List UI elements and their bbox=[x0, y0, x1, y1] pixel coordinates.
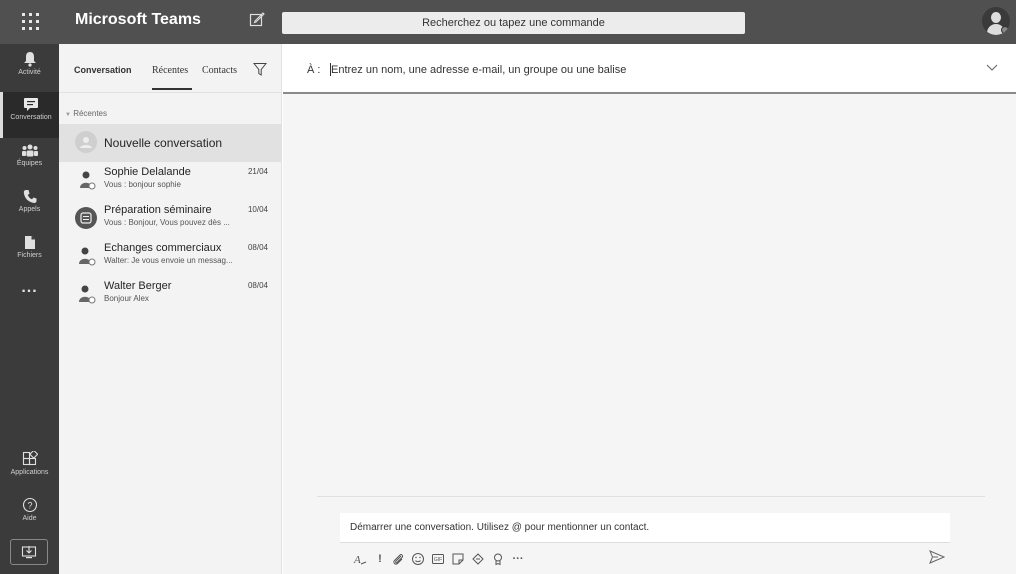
conversation-date: 08/04 bbox=[247, 243, 268, 252]
new-conversation-icon bbox=[75, 131, 97, 153]
conversation-date: 08/04 bbox=[247, 281, 268, 290]
praise-icon[interactable] bbox=[491, 552, 505, 566]
conversation-name: Préparation séminaire bbox=[104, 204, 212, 216]
important-icon[interactable]: ! bbox=[373, 552, 387, 566]
avatar bbox=[75, 169, 97, 191]
download-icon bbox=[21, 546, 37, 559]
conversation-preview: Walter: Je vous envoie un messag... bbox=[104, 256, 233, 265]
conversation-name: Walter Berger bbox=[104, 280, 172, 292]
format-icon[interactable]: A bbox=[353, 552, 367, 566]
search-input[interactable]: Recherchez ou tapez une commande bbox=[282, 12, 745, 34]
chevron-down-icon[interactable] bbox=[986, 64, 998, 72]
rail-item-apps[interactable]: Applications bbox=[0, 446, 59, 492]
app-launcher-icon[interactable] bbox=[22, 13, 40, 31]
app-rail: Activité Conversation Équipes Appels Fic… bbox=[0, 44, 59, 574]
rail-item-teams[interactable]: Équipes bbox=[0, 138, 59, 184]
svg-text:?: ? bbox=[27, 501, 32, 511]
svg-text:GIF: GIF bbox=[434, 557, 442, 563]
conversation-name: Sophie Delalande bbox=[104, 166, 191, 178]
teams-icon bbox=[21, 144, 38, 157]
conversation-name: Nouvelle conversation bbox=[104, 136, 223, 150]
recipient-input[interactable] bbox=[331, 60, 971, 80]
rail-label: Équipes bbox=[16, 160, 43, 167]
rail-item-more[interactable]: ... bbox=[0, 276, 59, 322]
attach-icon[interactable] bbox=[391, 552, 405, 566]
meet-now-icon[interactable] bbox=[471, 552, 485, 566]
avatar bbox=[75, 283, 97, 305]
download-app-button[interactable] bbox=[10, 539, 48, 565]
presence-icon bbox=[1001, 26, 1009, 34]
conversation-preview: Vous : Bonjour, Vous pouvez dès ... bbox=[104, 218, 230, 227]
more-icon: ... bbox=[21, 279, 38, 296]
message-compose-input[interactable]: Démarrer une conversation. Utilisez @ po… bbox=[340, 513, 950, 543]
active-tab-indicator bbox=[152, 88, 192, 90]
tab-conversation[interactable]: Conversation bbox=[74, 65, 132, 75]
svg-text:A: A bbox=[353, 554, 361, 566]
sticker-icon[interactable] bbox=[451, 552, 465, 566]
rail-item-conversation[interactable]: Conversation bbox=[0, 92, 59, 138]
rail-item-help[interactable]: ? Aide bbox=[0, 492, 59, 538]
divider bbox=[317, 496, 985, 497]
apps-icon bbox=[22, 451, 38, 466]
list-item-new-conversation[interactable]: Nouvelle conversation bbox=[59, 124, 282, 162]
list-item-conversation[interactable]: Walter Berger Bonjour Alex 08/04 bbox=[59, 276, 282, 314]
emoji-icon[interactable] bbox=[411, 552, 425, 566]
more-options-icon[interactable]: ··· bbox=[511, 552, 525, 566]
user-avatar[interactable] bbox=[982, 7, 1010, 35]
gif-icon[interactable]: GIF bbox=[431, 552, 445, 566]
rail-item-files[interactable]: Fichiers bbox=[0, 230, 59, 276]
list-tabs: Conversation Récentes Contacts bbox=[59, 44, 282, 93]
send-icon[interactable] bbox=[929, 550, 945, 564]
list-item-conversation[interactable]: Préparation séminaire Vous : Bonjour, Vo… bbox=[59, 200, 282, 238]
new-chat-icon[interactable] bbox=[249, 11, 265, 27]
rail-label: Fichiers bbox=[17, 252, 42, 259]
group-avatar bbox=[75, 245, 97, 267]
rail-label: Aide bbox=[22, 515, 37, 522]
avatar bbox=[75, 207, 97, 229]
rail-label: Applications bbox=[10, 469, 49, 476]
caret-down-icon: ▼ bbox=[65, 112, 71, 118]
rail-label: Appels bbox=[18, 206, 41, 213]
rail-item-calls[interactable]: Appels bbox=[0, 184, 59, 230]
file-icon bbox=[24, 236, 35, 249]
recipient-bar: À : bbox=[283, 44, 1016, 94]
list-item-conversation[interactable]: Echanges commerciaux Walter: Je vous env… bbox=[59, 238, 282, 276]
app-title: Microsoft Teams bbox=[75, 11, 201, 28]
rail-label: Conversation bbox=[10, 114, 52, 121]
list-item-conversation[interactable]: Sophie Delalande Vous : bonjour sophie 2… bbox=[59, 162, 282, 200]
conversation-date: 21/04 bbox=[247, 167, 268, 176]
chat-icon bbox=[24, 98, 38, 111]
help-icon: ? bbox=[22, 497, 37, 513]
phone-icon bbox=[23, 190, 36, 203]
conversation-preview: Vous : bonjour sophie bbox=[104, 180, 181, 189]
rail-label: Activité bbox=[18, 69, 41, 76]
rail-item-activity[interactable]: Activité bbox=[0, 46, 59, 92]
conversation-name: Echanges commerciaux bbox=[104, 242, 222, 254]
tab-recentes[interactable]: Récentes bbox=[152, 65, 188, 76]
conversation-list-pane: Conversation Récentes Contacts ▼ Récente… bbox=[59, 44, 282, 574]
section-label: Récentes bbox=[73, 109, 107, 118]
top-bar: Microsoft Teams Recherchez ou tapez une … bbox=[0, 0, 1016, 44]
chat-main-area: À : Démarrer une conversation. Utilisez … bbox=[283, 44, 1016, 574]
tab-contacts[interactable]: Contacts bbox=[202, 65, 237, 76]
conversation-date: 10/04 bbox=[247, 205, 268, 214]
section-header-recentes[interactable]: ▼ Récentes bbox=[65, 109, 107, 118]
bell-icon bbox=[23, 52, 36, 67]
conversation-preview: Bonjour Alex bbox=[104, 294, 149, 303]
to-label: À : bbox=[307, 64, 321, 76]
filter-icon[interactable] bbox=[253, 62, 267, 76]
